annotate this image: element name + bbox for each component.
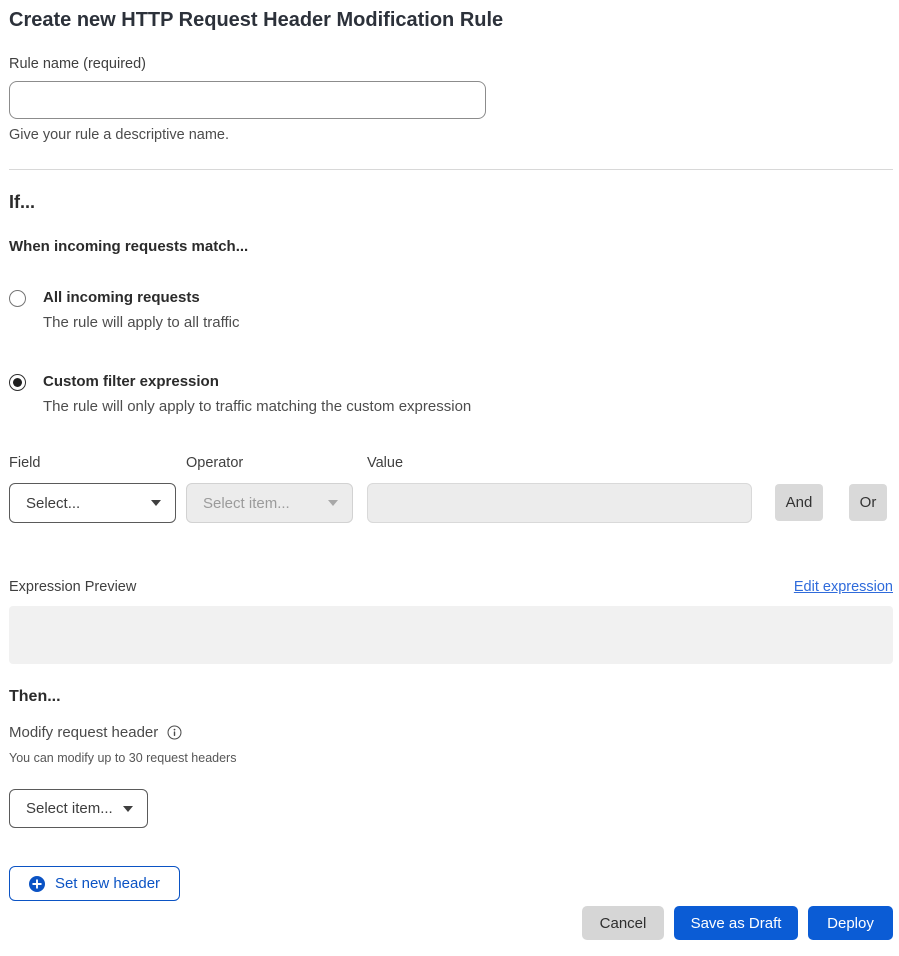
expression-preview-label: Expression Preview [9, 579, 136, 595]
plus-circle-icon [29, 876, 45, 892]
edit-expression-link[interactable]: Edit expression [794, 579, 893, 595]
operator-select-value: Select item... [203, 495, 290, 512]
field-select[interactable]: Select... [9, 483, 176, 523]
chevron-down-icon [328, 500, 338, 506]
header-item-select[interactable]: Select item... [9, 789, 148, 828]
info-icon[interactable] [167, 725, 182, 740]
operator-select: Select item... [186, 483, 353, 523]
radio-custom-expression-description: The rule will only apply to traffic matc… [43, 398, 471, 415]
or-button[interactable]: Or [849, 484, 887, 521]
chevron-down-icon [151, 500, 161, 506]
section-divider [9, 169, 893, 170]
set-new-header-label: Set new header [55, 875, 160, 892]
radio-all-requests[interactable] [9, 290, 26, 307]
value-input [367, 483, 752, 523]
save-as-draft-button[interactable]: Save as Draft [674, 906, 798, 940]
rule-name-label: Rule name (required) [9, 56, 893, 72]
radio-all-requests-description: The rule will apply to all traffic [43, 314, 239, 331]
radio-option-custom-expression[interactable]: Custom filter expression The rule will o… [9, 373, 893, 415]
if-heading: If... [9, 192, 893, 213]
cancel-button[interactable]: Cancel [582, 906, 664, 940]
expression-builder-row: Field Select... Operator Select item... … [9, 455, 893, 523]
modify-request-header-label: Modify request header [9, 724, 158, 741]
and-button[interactable]: And [775, 484, 823, 521]
expression-preview-box [9, 606, 893, 664]
operator-label: Operator [186, 455, 353, 471]
footer-actions: Cancel Save as Draft Deploy [9, 906, 893, 940]
radio-option-all-requests[interactable]: All incoming requests The rule will appl… [9, 289, 893, 331]
expression-preview-header: Expression Preview Edit expression [9, 579, 893, 595]
value-label: Value [367, 455, 752, 471]
field-label: Field [9, 455, 176, 471]
page-title: Create new HTTP Request Header Modificat… [9, 8, 893, 32]
radio-all-requests-label: All incoming requests [43, 289, 239, 306]
header-item-select-value: Select item... [26, 800, 113, 817]
then-heading: Then... [9, 688, 893, 706]
radio-dot [13, 378, 22, 387]
deploy-button[interactable]: Deploy [808, 906, 893, 940]
match-subheading: When incoming requests match... [9, 238, 893, 255]
modify-header-help: You can modify up to 30 request headers [9, 751, 893, 765]
radio-custom-expression-label: Custom filter expression [43, 373, 471, 390]
create-rule-page: Create new HTTP Request Header Modificat… [0, 0, 899, 956]
field-select-value: Select... [26, 495, 80, 512]
set-new-header-button[interactable]: Set new header [9, 866, 180, 901]
radio-custom-expression[interactable] [9, 374, 26, 391]
rule-name-input[interactable] [9, 81, 486, 119]
chevron-down-icon [123, 806, 133, 812]
rule-name-help: Give your rule a descriptive name. [9, 127, 893, 143]
modify-header-row: Modify request header [9, 724, 893, 741]
